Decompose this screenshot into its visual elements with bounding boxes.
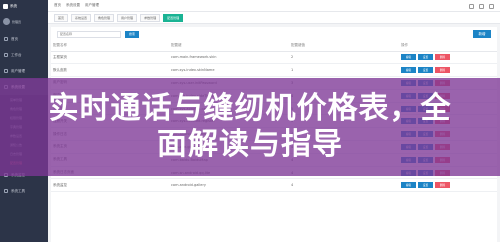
sidebar-item-users[interactable]: 用户管理 xyxy=(0,63,48,79)
column-header[interactable]: 配置名称 xyxy=(51,41,169,52)
table-cell-ops: 编辑设置删除 xyxy=(399,51,497,65)
topbar: 首页 系统设置 用户管理 xyxy=(48,0,500,12)
banner-title-line: 面解读与指导 xyxy=(157,127,343,162)
table-cell-name: 默认皮肤 xyxy=(51,63,169,78)
table-row: 主框架页 com.main.framework.skin 2 编辑 设置 删除 xyxy=(51,51,497,65)
user-menu-icon[interactable] xyxy=(489,3,494,9)
table-cell-value: 4 xyxy=(289,178,399,193)
user-name: 管理员 xyxy=(12,19,22,24)
edit-button[interactable]: 编辑 xyxy=(401,54,416,61)
user-icon xyxy=(4,69,8,73)
tab-users[interactable]: 用户管理 xyxy=(117,13,138,22)
avatar xyxy=(3,18,10,25)
row-actions: 编辑设置删除 xyxy=(401,182,497,189)
toolbar: 搜索 xyxy=(51,27,497,41)
topbar-link[interactable]: 用户管理 xyxy=(85,3,99,8)
edit-button[interactable]: 编辑 xyxy=(401,182,416,189)
tab-bar: 首页 系统设置 角色管理 用户管理 参数管理 配置管理 xyxy=(48,12,500,24)
sidebar-item-label: 系统工具 xyxy=(11,188,25,193)
home-icon xyxy=(4,37,8,41)
settings-button[interactable]: 设置 xyxy=(418,54,433,61)
search-icon[interactable] xyxy=(469,3,474,9)
logo-icon xyxy=(3,3,8,9)
sidebar-item-label: 首页 xyxy=(11,36,18,41)
tab-roles[interactable]: 角色管理 xyxy=(94,13,115,22)
topbar-actions xyxy=(469,0,494,12)
table-header-row: 配置名称 配置键 配置键值 操作 xyxy=(51,41,497,52)
banner-title-line: 实时通话与缝纫机价格表，全 xyxy=(48,91,452,126)
table-row: 默认皮肤 com.sys.index.skinName 1 编辑 设置 删除 xyxy=(51,63,497,78)
sidebar-item-tools[interactable]: 系统工具 xyxy=(0,183,48,199)
sidebar-item-home[interactable]: 首页 xyxy=(0,31,48,47)
dashboard-icon xyxy=(4,53,8,57)
topbar-link[interactable]: 首页 xyxy=(54,3,61,8)
table-cell-key: com.main.framework.skin xyxy=(169,51,289,65)
table-cell-ops: 编辑设置删除 xyxy=(399,178,497,193)
delete-button[interactable]: 删除 xyxy=(435,182,450,189)
search-button[interactable]: 搜索 xyxy=(125,30,140,38)
wrench-icon xyxy=(4,189,8,193)
table-cell-key: com.sys.index.skinName xyxy=(169,63,289,78)
sidebar-item-label: 用户管理 xyxy=(11,68,25,73)
brand-name: 系统 xyxy=(10,3,17,8)
column-header[interactable]: 配置键 xyxy=(169,41,289,52)
tab-params[interactable]: 参数管理 xyxy=(140,13,161,22)
search-input[interactable] xyxy=(57,30,121,38)
tab-config[interactable]: 配置管理 xyxy=(163,13,184,22)
topbar-link[interactable]: 系统设置 xyxy=(66,3,80,8)
tab-home[interactable]: 首页 xyxy=(54,13,69,22)
settings-button[interactable]: 设置 xyxy=(418,67,433,74)
settings-button[interactable]: 设置 xyxy=(418,182,433,189)
fullscreen-icon[interactable] xyxy=(479,3,484,9)
row-actions: 编辑设置删除 xyxy=(401,54,497,61)
row-actions: 编辑设置删除 xyxy=(401,67,497,74)
delete-button[interactable]: 删除 xyxy=(435,54,450,61)
tab-settings[interactable]: 系统设置 xyxy=(71,13,92,22)
table-cell-name: 系统监控 xyxy=(51,178,169,193)
table-row: 系统监控 com.android.gallery 4 编辑 设置 删除 xyxy=(51,178,497,193)
brand: 系统 xyxy=(0,0,48,12)
add-button[interactable]: 新增 xyxy=(473,30,491,38)
column-header: 操作 xyxy=(399,41,497,52)
title-banner: 实时通话与缝纫机价格表，全 面解读与指导 xyxy=(0,78,500,176)
user-box[interactable]: 管理员 xyxy=(0,12,48,31)
table-cell-value: 1 xyxy=(289,63,399,78)
column-header[interactable]: 配置键值 xyxy=(289,41,399,52)
edit-button[interactable]: 编辑 xyxy=(401,67,416,74)
sidebar-item-workbench[interactable]: 工作台 xyxy=(0,47,48,63)
table-cell-value: 2 xyxy=(289,51,399,65)
table-cell-ops: 编辑设置删除 xyxy=(399,63,497,78)
sidebar-item-label: 工作台 xyxy=(11,52,22,57)
table-cell-key: com.android.gallery xyxy=(169,178,289,193)
delete-button[interactable]: 删除 xyxy=(435,67,450,74)
table-cell-name: 主框架页 xyxy=(51,51,169,65)
